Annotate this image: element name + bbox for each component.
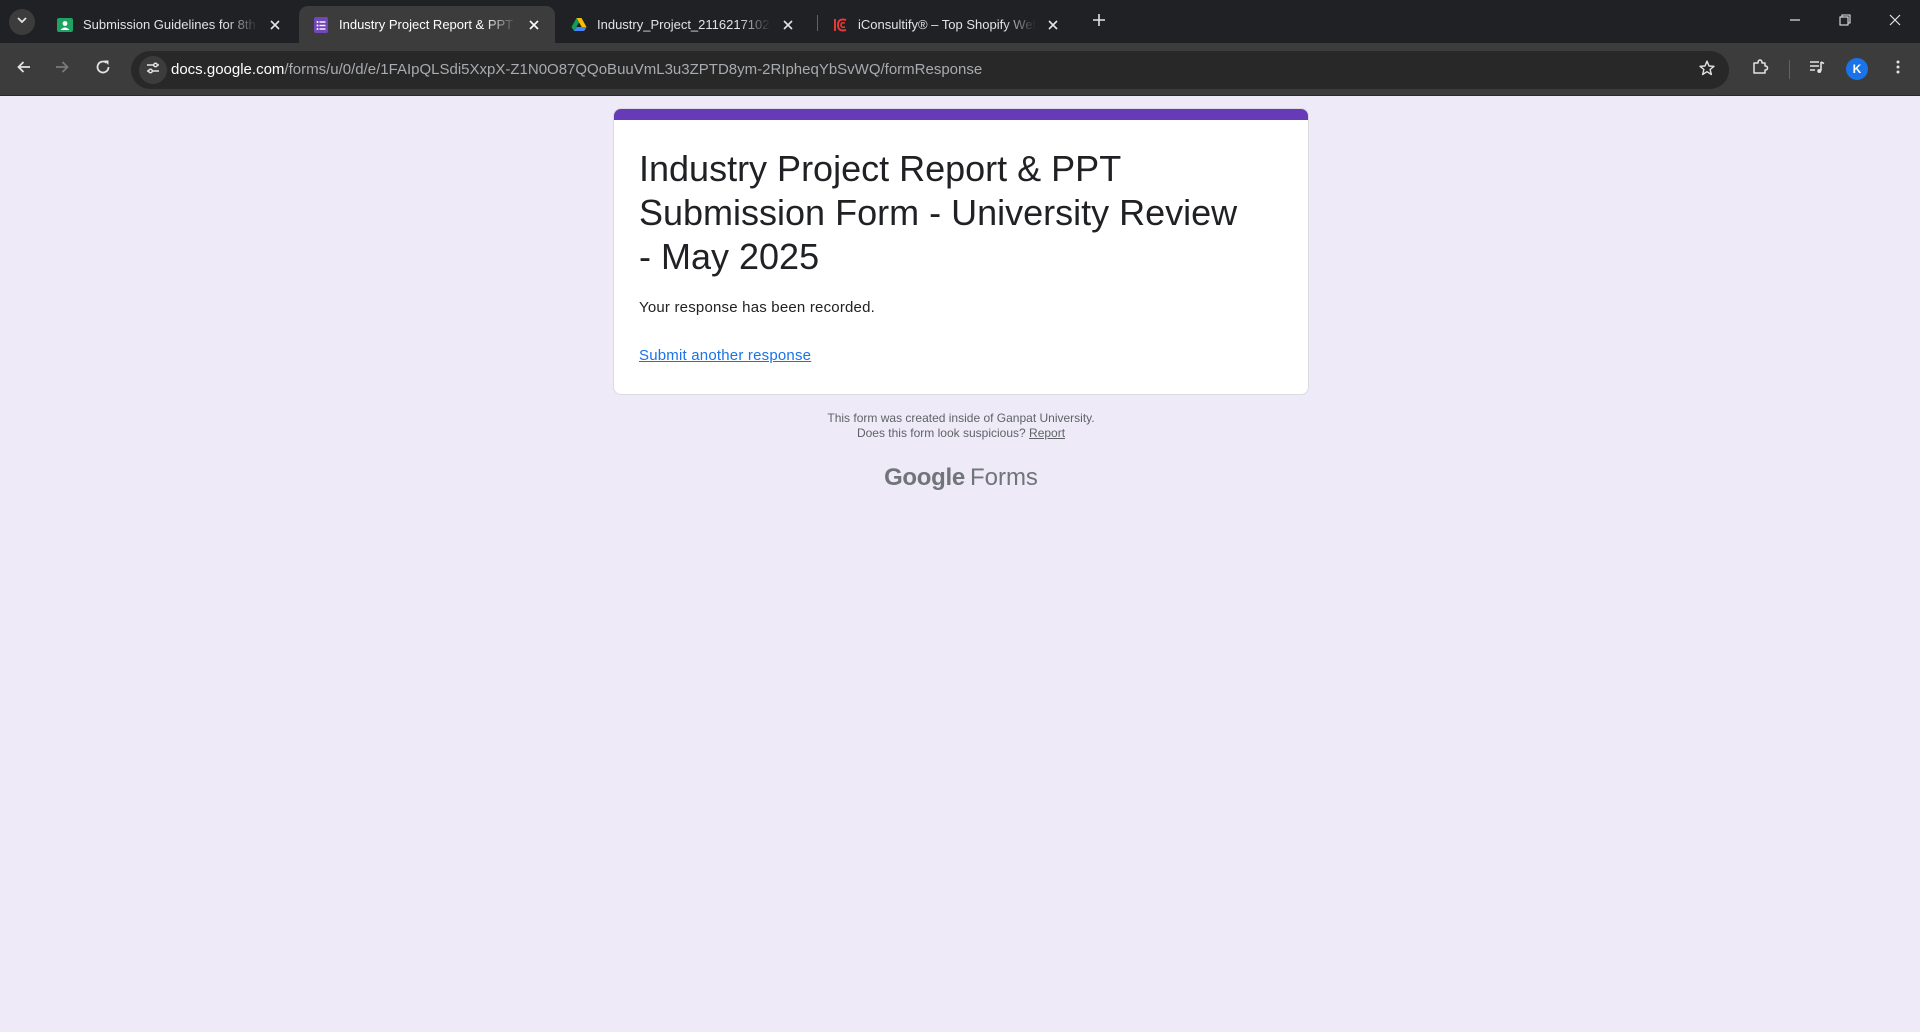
site-info-button[interactable] bbox=[139, 56, 167, 84]
forward-button[interactable] bbox=[46, 53, 78, 85]
tab-title: Industry Project Report & PPT Submission… bbox=[339, 17, 517, 32]
extensions-button[interactable] bbox=[1744, 53, 1776, 85]
address-bar[interactable]: docs.google.com/forms/u/0/d/e/1FAIpQLSdi… bbox=[131, 51, 1729, 89]
reload-icon bbox=[95, 59, 111, 80]
arrow-right-icon bbox=[54, 59, 70, 80]
profile-avatar[interactable]: K bbox=[1846, 58, 1868, 80]
suspicious-text: Does this form look suspicious? bbox=[856, 426, 1026, 440]
arrow-left-icon bbox=[16, 59, 32, 80]
reload-button[interactable] bbox=[87, 53, 119, 85]
tab-strip: Submission Guidelines for 8th Sem Indust… bbox=[0, 0, 1920, 43]
drive-icon bbox=[571, 17, 587, 33]
restore-icon bbox=[1839, 13, 1851, 31]
classroom-icon bbox=[57, 17, 73, 33]
submit-another-response-link[interactable]: Submit another response bbox=[639, 347, 811, 364]
more-vert-icon bbox=[1890, 59, 1906, 80]
form-footer: This form was created inside of Ganpat U… bbox=[613, 411, 1309, 441]
form-confirmation-card: Industry Project Report & PPT Submission… bbox=[613, 108, 1309, 395]
url-host: docs.google.com bbox=[171, 61, 285, 78]
close-icon[interactable] bbox=[525, 16, 543, 34]
tab-drive-file[interactable]: Industry_Project_21162171023_ bbox=[557, 6, 809, 43]
url-text[interactable]: docs.google.com/forms/u/0/d/e/1FAIpQLSdi… bbox=[171, 61, 982, 78]
media-controls-button[interactable] bbox=[1801, 53, 1833, 85]
form-title: Industry Project Report & PPT Submission… bbox=[639, 148, 1238, 277]
close-icon[interactable] bbox=[266, 16, 284, 34]
minimize-icon bbox=[1789, 13, 1801, 31]
restore-button[interactable] bbox=[1820, 0, 1870, 43]
response-recorded-message: Your response has been recorded. bbox=[639, 299, 876, 316]
tab-submission-guidelines[interactable]: Submission Guidelines for 8th Sem bbox=[43, 6, 296, 43]
toolbar-separator bbox=[1789, 60, 1790, 79]
new-tab-button[interactable] bbox=[1086, 9, 1112, 35]
report-link[interactable]: Report bbox=[1029, 426, 1065, 440]
url-path: /forms/u/0/d/e/1FAIpQLSdi5XxpX-Z1N0O87QQ… bbox=[284, 61, 983, 78]
close-icon bbox=[1889, 13, 1901, 31]
media-playlist-icon bbox=[1808, 58, 1826, 81]
browser-menu-button[interactable] bbox=[1882, 53, 1914, 85]
iconsultify-icon bbox=[832, 17, 848, 33]
minimize-button[interactable] bbox=[1770, 0, 1820, 43]
close-icon[interactable] bbox=[1044, 16, 1062, 34]
bookmark-button[interactable] bbox=[1693, 56, 1721, 84]
tab-title: Industry_Project_21162171023_ bbox=[597, 17, 771, 32]
close-icon[interactable] bbox=[779, 16, 797, 34]
tune-icon bbox=[145, 60, 161, 81]
forms-icon bbox=[313, 16, 329, 33]
close-window-button[interactable] bbox=[1870, 0, 1920, 43]
google-forms-logo[interactable]: Google Forms bbox=[613, 464, 1309, 492]
suspicious-line: Does this form look suspicious? Report bbox=[613, 426, 1309, 441]
plus-icon bbox=[1092, 13, 1106, 32]
tab-title: iConsultify® – Top Shopify Web bbox=[858, 17, 1036, 32]
created-inside-text: This form was created inside of Ganpat U… bbox=[827, 411, 1095, 425]
tab-industry-project-form[interactable]: Industry Project Report & PPT Submission… bbox=[299, 6, 555, 43]
brand-forms: Forms bbox=[969, 464, 1038, 491]
tab-iconsultify[interactable]: iConsultify® – Top Shopify Web bbox=[818, 6, 1074, 43]
brand-google: Google bbox=[884, 464, 965, 491]
chevron-down-icon bbox=[16, 13, 28, 31]
browser-toolbar: docs.google.com/forms/u/0/d/e/1FAIpQLSdi… bbox=[0, 43, 1920, 96]
back-button[interactable] bbox=[8, 53, 40, 85]
tab-title: Submission Guidelines for 8th Sem bbox=[83, 17, 258, 32]
form-accent-bar bbox=[614, 109, 1308, 120]
puzzle-icon bbox=[1751, 58, 1769, 81]
star-icon bbox=[1699, 60, 1715, 81]
tab-search-button[interactable] bbox=[9, 9, 35, 35]
